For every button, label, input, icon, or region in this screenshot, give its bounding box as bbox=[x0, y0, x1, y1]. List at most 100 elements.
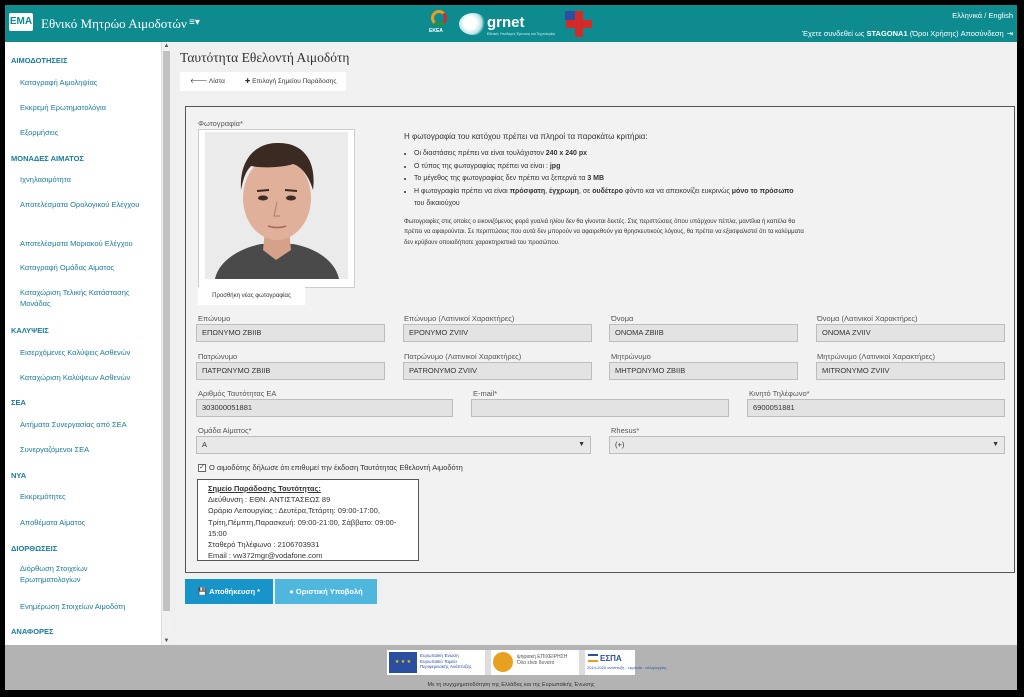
add-photo-button[interactable]: Προσθήκη νέας φωτογραφίας bbox=[198, 287, 305, 305]
logout-link[interactable]: Αποσύνδεση bbox=[959, 29, 1004, 38]
mother-name-field[interactable]: ΜΗΤΡΩΝΥΜΟ ZBIIB bbox=[609, 362, 798, 380]
page-title: Ταυτότητα Εθελοντή Αιμοδότη bbox=[180, 50, 350, 65]
footer: ★ ★ ★ Ευρωπαϊκή Ένωση Ευρωπαϊκό Ταμείο Π… bbox=[5, 645, 1017, 690]
sidebar-item-campaigns[interactable]: Εξορμήσεις bbox=[20, 127, 150, 138]
sidebar-section-coverage: ΚΑΛΥΨΕΙΣ bbox=[11, 326, 49, 335]
criteria-item: Το μέγεθος της φωτογραφίας δεν πρέπει να… bbox=[414, 173, 804, 186]
donor-id-form: Φωτογραφία* Προσθήκη νέας φωτογραφίας Η … bbox=[185, 106, 1015, 573]
father-name-field[interactable]: ΠΑΤΡΩΝΥΜΟ ZBIIB bbox=[196, 362, 385, 380]
sidebar-item-sea-requests[interactable]: Αιτήματα Συνεργασίας από ΣΕΑ bbox=[20, 419, 150, 430]
id-number-field[interactable]: 303000051881 bbox=[196, 399, 453, 417]
mobile-field[interactable]: 6900051881 bbox=[747, 399, 1005, 417]
criteria-title: Η φωτογραφία του κατόχου πρέπει να πληρο… bbox=[404, 132, 648, 141]
select-delivery-point-button[interactable]: ✚ Επιλογή Σημείου Παράδοσης bbox=[235, 72, 347, 91]
photo-frame bbox=[198, 129, 355, 288]
sidebar-section-blood-units: ΜΟΝΑΔΕΣ ΑΙΜΑΤΟΣ bbox=[11, 154, 84, 163]
delivery-point-box: Σημείο Παράδοσης Ταυτότητας: Διεύθυνση :… bbox=[197, 479, 419, 561]
photo-label: Φωτογραφία* bbox=[198, 119, 243, 128]
sidebar-item-pending-questionnaires[interactable]: Εκκρεμή Ερωτηματολόγια bbox=[20, 102, 150, 113]
donor-photo bbox=[205, 132, 348, 279]
sidebar-item-molecular-results[interactable]: Αποτελέσματα Μοριακού Ελέγχου bbox=[20, 238, 150, 249]
final-submit-button[interactable]: ● Οριστική Υποβολή bbox=[275, 579, 377, 604]
father-name-label: Πατρώνυμο bbox=[198, 352, 238, 361]
ema-logo[interactable]: EMA bbox=[9, 13, 33, 31]
terms-link[interactable]: (Όροι Χρήσης) bbox=[908, 29, 959, 38]
delivery-email: Email : vw372mgr@vodafone.com bbox=[208, 551, 323, 561]
blood-group-value: A bbox=[202, 440, 208, 449]
sidebar-item-traceability[interactable]: Ιχνηλασιμότητα bbox=[20, 174, 150, 185]
surname-label: Επώνυμο bbox=[198, 314, 231, 323]
mother-name-latin-label: Μητρώνυμο (Λατινικοί Χαρακτήρες) bbox=[817, 352, 935, 361]
rhesus-value: (+) bbox=[615, 440, 625, 449]
rhesus-label: Rhesus* bbox=[611, 426, 640, 435]
menu-toggle-icon[interactable]: ≡▾ bbox=[189, 17, 200, 28]
sidebar-item-donor-update[interactable]: Ενημέρωση Στοιχείων Αιμοδότη bbox=[20, 601, 150, 612]
father-name-latin-label: Πατρώνυμο (Λατινικοί Χαρακτήρες) bbox=[404, 352, 522, 361]
toolbar-tabs: 🡐 Λίστα ✚ Επιλογή Σημείου Παράδοσης bbox=[180, 72, 347, 91]
funding-logos: ★ ★ ★ Ευρωπαϊκή Ένωση Ευρωπαϊκό Ταμείο Π… bbox=[387, 650, 666, 675]
scrollbar-thumb[interactable] bbox=[163, 51, 170, 611]
criteria-item: Οι διαστάσεις πρέπει να είναι τουλάχιστο… bbox=[414, 148, 804, 161]
app-title[interactable]: Εθνικό Μητρώο Αιμοδοτών bbox=[41, 16, 187, 32]
blood-group-label: Ομάδα Αίματος* bbox=[198, 426, 252, 435]
sidebar: ΑΙΜΟΔΟΤΗΣΕΙΣ Καταγραφή Αιμοληψίας Εκκρεμ… bbox=[5, 42, 162, 645]
delivery-hours: Ωράριο Λειτουργίας : Δευτέρα,Τετάρτη: 09… bbox=[208, 506, 397, 538]
sidebar-item-donation-record[interactable]: Καταγραφή Αιμοληψίας bbox=[20, 77, 150, 88]
name-label: Όνομα bbox=[611, 314, 634, 323]
top-bar: EMA Εθνικό Μητρώο Αιμοδοτών ≡▾ ΕΚΕΑ grne… bbox=[5, 5, 1017, 42]
ekea-logo: ΕΚΕΑ bbox=[429, 10, 447, 36]
surname-latin-field[interactable]: EPONYMO ZVIIV bbox=[403, 324, 592, 342]
main-content: Ταυτότητα Εθελοντή Αιμοδότη 🡐 Λίστα ✚ Επ… bbox=[171, 42, 1017, 645]
caret-down-icon: ▼ bbox=[992, 441, 999, 448]
sidebar-section-corrections: ΔΙΟΡΘΩΣΕΙΣ bbox=[11, 544, 58, 553]
sidebar-item-serology-results[interactable]: Αποτελέσματα Ορολογικού Ελέγχου bbox=[20, 199, 150, 210]
save-button[interactable]: 💾 Αποθήκευση * bbox=[185, 579, 273, 604]
father-name-latin-field[interactable]: PATRONYMO ZVIIV bbox=[403, 362, 592, 380]
scroll-down-icon[interactable]: ▼ bbox=[162, 637, 171, 645]
name-latin-label: Όνομα (Λατινικοί Χαρακτήρες) bbox=[817, 314, 918, 323]
name-latin-field[interactable]: ONOMA ZVIIV bbox=[816, 324, 1005, 342]
sidebar-section-nya: ΝΥΑ bbox=[11, 471, 27, 480]
espa-logo: ΕΣΠΑ 2014-2020 ανάπτυξη - εργασία - αλλη… bbox=[585, 650, 666, 675]
surname-latin-label: Επώνυμο (Λατινικοί Χαρακτήρες) bbox=[404, 314, 515, 323]
consent-label: Ο αιμοδότης δήλωσε ότι επιθυμεί την έκδο… bbox=[209, 463, 463, 472]
logout-icon[interactable]: ⇥ bbox=[1007, 29, 1013, 38]
sidebar-section-blood-donations: ΑΙΜΟΔΟΤΗΣΕΙΣ bbox=[11, 56, 68, 65]
sidebar-item-blood-group-record[interactable]: Καταγραφή Ομάδας Αίματος bbox=[20, 262, 150, 273]
sidebar-item-questionnaire-correction[interactable]: Διόρθωση Στοιχείων Ερωτηματολογίων bbox=[20, 563, 150, 585]
mother-name-latin-field[interactable]: MITRONYMO ZVIIV bbox=[816, 362, 1005, 380]
mobile-label: Κινητό Τηλέφωνο* bbox=[749, 389, 810, 398]
digital-business-logo: ψηφιακή ΕΠΙΧΕΙΡΗΣΗ Όλο είναι δυνατό bbox=[491, 650, 579, 675]
username: STAGONA1 bbox=[866, 29, 908, 38]
login-prefix: Έχετε συνδεθεί ως bbox=[802, 29, 867, 38]
sidebar-scrollbar[interactable]: ▲ ▼ bbox=[162, 42, 171, 645]
blood-group-select[interactable]: A ▼ bbox=[196, 436, 591, 454]
delivery-phone: Σταθερό Τηλέφωνο : 2106703931 bbox=[208, 540, 320, 550]
grnet-logo: grnet Εθνικές Υποδομές Έρευνας και Τεχνο… bbox=[459, 11, 555, 39]
sidebar-item-incoming-coverage[interactable]: Εισερχόμενες Καλύψεις Ασθενών bbox=[20, 347, 150, 358]
delivery-address: Διεύθυνση : ΕΘΝ. ΑΝΤΙΣΤΑΣΕΩΣ 89 bbox=[208, 495, 331, 505]
sidebar-item-blood-stock[interactable]: Αποθέματα Αίματος bbox=[20, 517, 150, 528]
funding-note: Με τη συγχρηματοδότηση της Ελλάδας και τ… bbox=[427, 682, 595, 688]
surname-field[interactable]: ΕΠΩΝΥΜΟ ZBIIB bbox=[196, 324, 385, 342]
email-field[interactable] bbox=[471, 399, 729, 417]
consent-checkbox[interactable]: ✓ bbox=[198, 464, 206, 472]
criteria-item: Η φωτογραφία πρέπει να είναι πρόσφατη, έ… bbox=[414, 186, 804, 211]
caret-down-icon: ▼ bbox=[578, 441, 585, 448]
sidebar-item-coverage-entry[interactable]: Καταχώριση Καλύψεων Ασθενών bbox=[20, 372, 150, 383]
name-field[interactable]: ΟΝΟΜΑ ZBIIB bbox=[609, 324, 798, 342]
back-to-list-button[interactable]: 🡐 Λίστα bbox=[180, 72, 235, 91]
sidebar-item-sea-partners[interactable]: Συνεργαζόμενοι ΣΕΑ bbox=[20, 444, 150, 455]
id-number-label: Αριθμός Ταυτότητας ΕΑ bbox=[198, 389, 277, 398]
rhesus-select[interactable]: (+) ▼ bbox=[609, 436, 1005, 454]
criteria-note: Φωτογραφίες στις οποίες ο εικονιζόμενος … bbox=[404, 218, 804, 246]
scroll-up-icon[interactable]: ▲ bbox=[162, 42, 171, 50]
sidebar-section-reports: ΑΝΑΦΟΡΕΣ bbox=[11, 627, 54, 636]
partner-logos: ΕΚΕΑ grnet Εθνικές Υποδομές Έρευνας και … bbox=[425, 7, 600, 41]
sidebar-item-pending[interactable]: Εκκρεμότητες bbox=[20, 491, 150, 502]
photo-criteria: Η φωτογραφία του κατόχου πρέπει να πληρο… bbox=[404, 132, 804, 248]
language-switch[interactable]: Ελληνικά / English bbox=[952, 11, 1013, 20]
email-label: E-mail* bbox=[473, 389, 498, 398]
sidebar-item-unit-final-state[interactable]: Καταχώριση Τελικής Κατάστασης Μονάδας bbox=[20, 287, 150, 309]
app-frame: EMA Εθνικό Μητρώο Αιμοδοτών ≡▾ ΕΚΕΑ grne… bbox=[5, 5, 1017, 690]
